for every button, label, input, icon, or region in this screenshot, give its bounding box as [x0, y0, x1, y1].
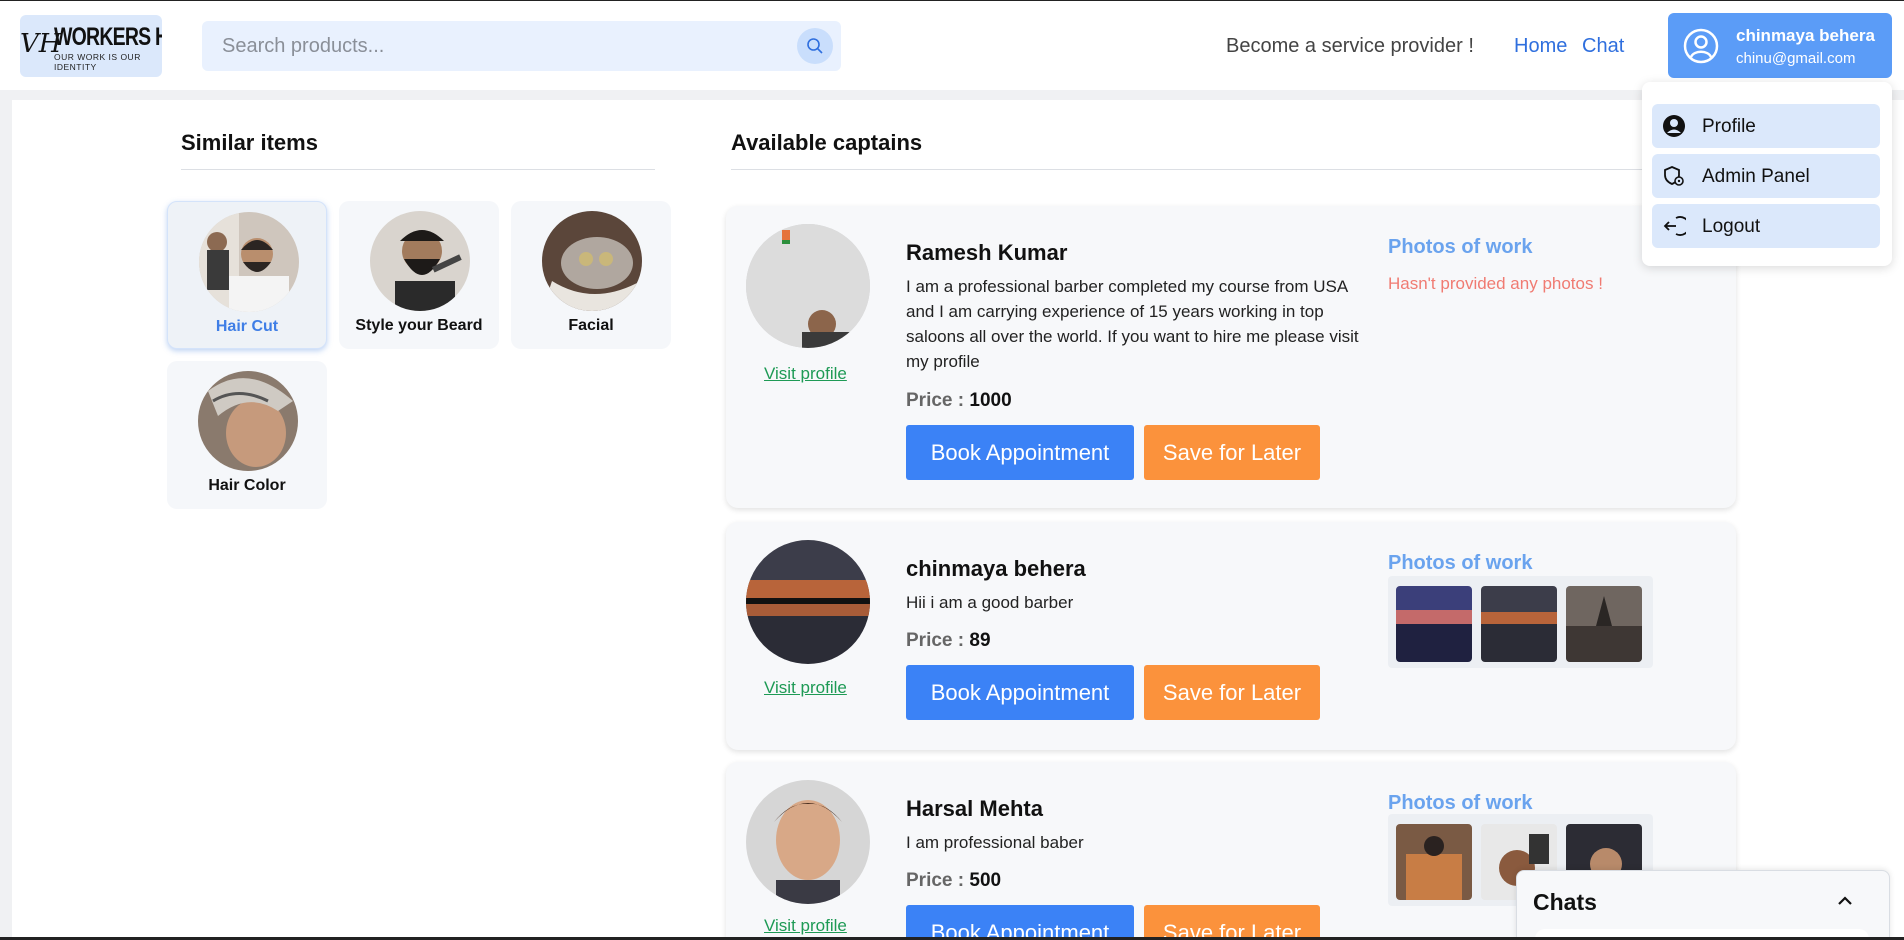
work-photos-gallery: [1388, 576, 1653, 668]
captain-card: Visit profile chinmaya behera Hii i am a…: [726, 522, 1736, 750]
captain-description: Hii i am a good barber: [906, 593, 1074, 612]
menu-item-admin-panel[interactable]: Admin Panel: [1652, 154, 1880, 198]
price-value: 89: [969, 630, 991, 651]
price-label: Price :: [906, 870, 965, 891]
user-email: chinu@gmail.com: [1736, 50, 1856, 67]
captain-avatar: [746, 224, 870, 348]
search-icon: [807, 38, 823, 54]
user-circle-icon: [1663, 115, 1685, 137]
price-label: Price :: [906, 390, 965, 411]
logo-name: WORKERS HIVE: [54, 23, 162, 51]
chevron-up-icon[interactable]: [1835, 891, 1855, 911]
page-left-edge: [0, 100, 12, 940]
hair-cut-image: [199, 212, 299, 312]
visit-profile-link[interactable]: Visit profile: [764, 678, 847, 698]
facial-image: [542, 211, 642, 311]
similar-item-hair-cut[interactable]: Hair Cut: [167, 201, 327, 349]
captain-card: Visit profile Ramesh Kumar I am a profes…: [726, 206, 1736, 508]
work-photo[interactable]: [1396, 586, 1472, 662]
logo-tagline: OUR WORK IS OUR IDENTITY: [54, 52, 141, 72]
photos-of-work-title: Photos of work: [1388, 236, 1533, 258]
captain-avatar: [746, 780, 870, 904]
captain-name: Harsal Mehta: [906, 796, 1043, 821]
chats-title: Chats: [1533, 889, 1597, 915]
work-photo[interactable]: [1566, 586, 1642, 662]
user-menu-button[interactable]: chinmaya behera chinu@gmail.com: [1668, 13, 1892, 78]
captain-name: Ramesh Kumar: [906, 240, 1068, 265]
user-name: chinmaya behera: [1736, 26, 1875, 45]
similar-divider: [181, 169, 655, 170]
menu-item-label: Logout: [1702, 216, 1761, 237]
header-divider: [0, 90, 1904, 100]
become-provider-link[interactable]: Become a service provider !: [1226, 35, 1474, 58]
similar-item-label: Facial: [568, 317, 614, 334]
save-for-later-button[interactable]: Save for Later: [1144, 665, 1320, 720]
menu-item-profile[interactable]: Profile: [1652, 104, 1880, 148]
photos-of-work-title: Photos of work: [1388, 552, 1533, 574]
save-for-later-button[interactable]: Save for Later: [1144, 905, 1320, 940]
similar-items-title: Similar items: [181, 130, 318, 155]
captain-price: Price : 1000: [906, 390, 1012, 412]
captain-price: Price : 500: [906, 870, 1001, 892]
menu-item-label: Admin Panel: [1702, 166, 1810, 187]
menu-item-label: Profile: [1702, 116, 1756, 137]
similar-item-hair-color[interactable]: Hair Color: [167, 361, 327, 509]
captain-description: I am a professional barber completed my …: [906, 277, 1359, 371]
hair-color-image: [198, 371, 298, 471]
search-button[interactable]: [797, 28, 833, 64]
user-dropdown-menu: Profile Admin Panel Logout: [1642, 82, 1892, 266]
search-input[interactable]: [202, 21, 782, 71]
available-captains-title: Available captains: [731, 130, 923, 155]
brand-logo[interactable]: VH WORKERS HIVE OUR WORK IS OUR IDENTITY: [20, 15, 162, 77]
work-photo[interactable]: [1481, 586, 1557, 662]
price-label: Price :: [906, 630, 965, 651]
chats-panel[interactable]: Chats: [1516, 870, 1890, 940]
similar-item-label: Style your Beard: [355, 317, 483, 334]
price-value: 1000: [969, 390, 1012, 411]
style-beard-image: [370, 211, 470, 311]
captains-divider: [731, 169, 1731, 170]
top-navbar: VH WORKERS HIVE OUR WORK IS OUR IDENTITY…: [0, 0, 1904, 90]
logout-icon: [1663, 216, 1686, 236]
captain-description: I am professional baber: [906, 833, 1084, 852]
book-appointment-button[interactable]: Book Appointment: [906, 425, 1134, 480]
nav-chat-link[interactable]: Chat: [1582, 35, 1624, 58]
captain-avatar: [746, 540, 870, 664]
similar-item-style-beard[interactable]: Style your Beard: [339, 201, 499, 349]
book-appointment-button[interactable]: Book Appointment: [906, 665, 1134, 720]
similar-item-label: Hair Cut: [215, 318, 279, 335]
menu-item-logout[interactable]: Logout: [1652, 204, 1880, 248]
work-photo[interactable]: [1396, 824, 1472, 900]
save-for-later-button[interactable]: Save for Later: [1144, 425, 1320, 480]
user-avatar-icon: [1683, 28, 1719, 64]
captain-name: chinmaya behera: [906, 556, 1086, 581]
search-bar: [202, 21, 841, 71]
nav-home-link[interactable]: Home: [1514, 35, 1567, 58]
photos-of-work-title: Photos of work: [1388, 792, 1533, 814]
admin-shield-icon: [1664, 166, 1684, 186]
price-value: 500: [969, 870, 1002, 891]
visit-profile-link[interactable]: Visit profile: [764, 916, 847, 936]
visit-profile-link[interactable]: Visit profile: [764, 364, 847, 384]
no-photos-message: Hasn't provided any photos !: [1388, 274, 1603, 293]
captain-price: Price : 89: [906, 630, 991, 652]
similar-item-label: Hair Color: [208, 477, 286, 494]
similar-item-facial[interactable]: Facial: [511, 201, 671, 349]
book-appointment-button[interactable]: Book Appointment: [906, 905, 1134, 940]
